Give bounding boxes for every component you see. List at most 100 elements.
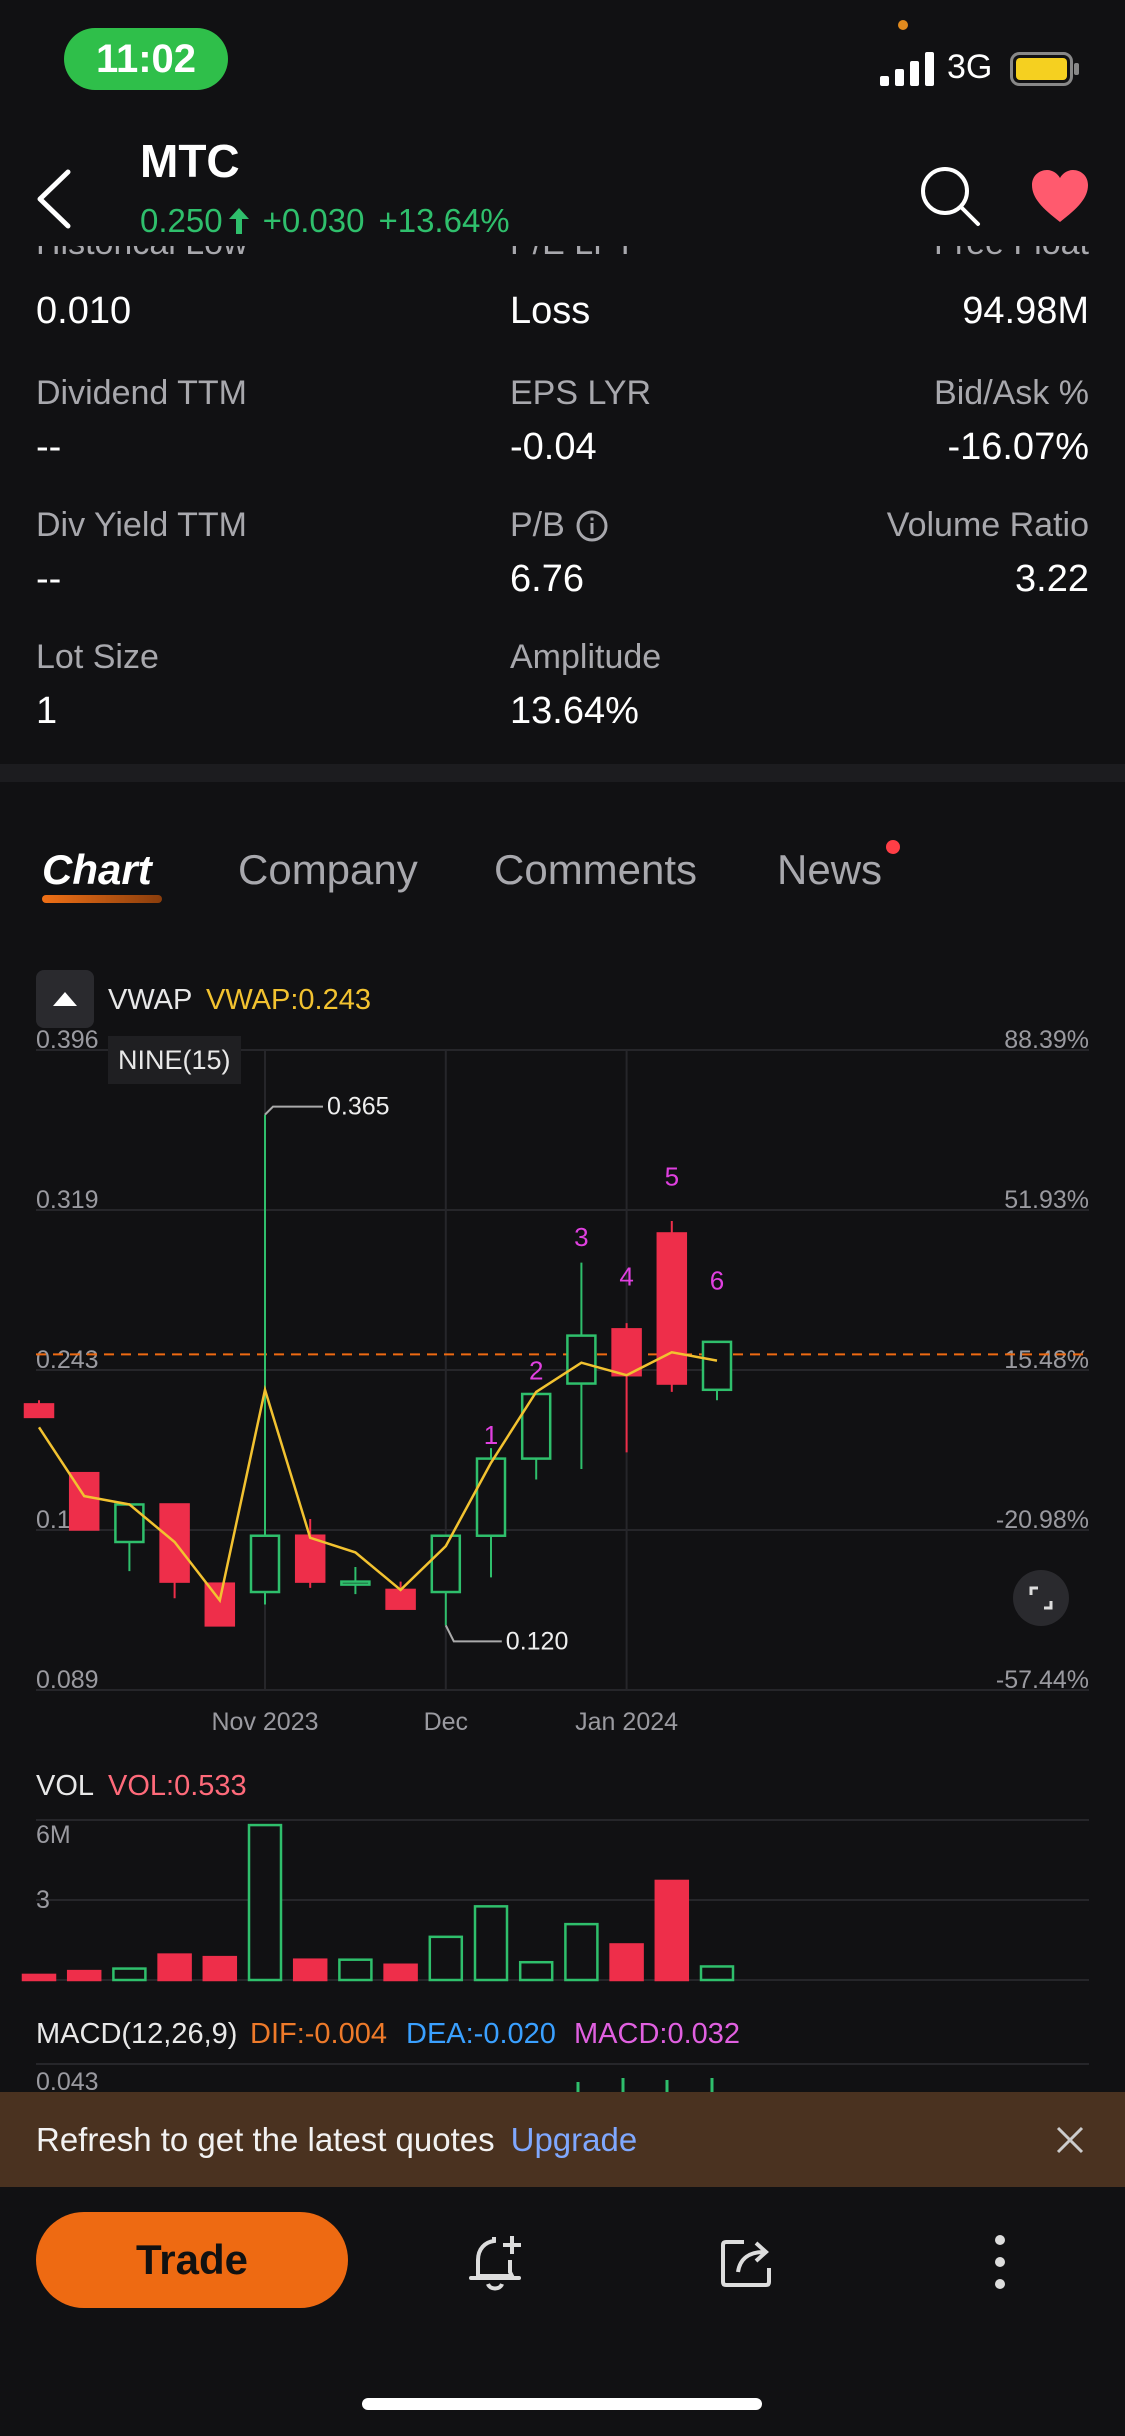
more-vertical-icon[interactable]	[988, 2230, 1012, 2294]
price-change: +0.030	[262, 202, 365, 239]
banner-text: Refresh to get the latest quotes	[36, 2120, 495, 2158]
stat-label-lot-size: Lot Size	[36, 638, 159, 676]
volume-bar	[247, 1823, 283, 1982]
volume-bar	[383, 1963, 418, 1982]
tab-news[interactable]: News	[777, 846, 882, 894]
stat-value-free-float: 94.98M	[962, 290, 1089, 332]
y-pct-label: 88.39%	[1004, 1026, 1089, 1054]
home-indicator	[362, 2398, 762, 2410]
volume-bar	[428, 1935, 464, 1982]
stat-value-lot-size: 1	[36, 690, 58, 732]
arrow-up-icon	[228, 208, 249, 234]
quote-line: 0.250 +0.030 +13.64%	[140, 202, 510, 240]
triangle-up-icon	[53, 992, 77, 1006]
macd-chart	[36, 2063, 1089, 2092]
candle-body	[249, 1534, 281, 1594]
volume-bar	[564, 1922, 599, 1982]
stat-label-bid-ask: Bid/Ask %	[934, 374, 1089, 412]
low-annotation: 0.120	[506, 1627, 569, 1655]
indicator-name[interactable]: VWAP	[108, 984, 192, 1017]
stat-label-historical-low: Historical Low	[36, 246, 248, 263]
candle-body	[475, 1457, 507, 1537]
back-chevron-icon[interactable]	[30, 164, 80, 234]
stat-value-pe-lfy: Loss	[510, 290, 591, 332]
volume-bar	[699, 1965, 735, 1982]
ticker-symbol: MTC	[140, 135, 240, 187]
stat-value-historical-low: 0.010	[36, 290, 132, 332]
volume-value: VOL:0.533	[108, 1770, 247, 1802]
stat-label-dividend-ttm: Dividend TTM	[36, 374, 247, 412]
add-alert-bell-icon[interactable]	[466, 2230, 526, 2294]
battery-icon	[1010, 52, 1079, 86]
stat-value-div-yield-ttm: --	[36, 558, 62, 600]
stats-grid: Historical Low P/E LFY Free Float 0.010 …	[0, 246, 1125, 746]
candle-body	[566, 1334, 597, 1385]
volume-tick-label: 3	[36, 1886, 50, 1914]
stat-value-dividend-ttm: --	[36, 426, 62, 468]
stat-value-volume-ratio: 3.22	[1015, 558, 1089, 600]
volume-bar	[157, 1953, 192, 1982]
candle-body	[204, 1582, 236, 1627]
y-pct-label: 51.93%	[1004, 1186, 1089, 1214]
volume-chart: 6M 3	[21, 1819, 1089, 1982]
close-icon[interactable]	[1054, 2124, 1086, 2156]
volume-bar	[112, 1967, 147, 1982]
volume-bar	[202, 1955, 238, 1982]
status-time: 11:02	[64, 28, 228, 90]
nine-count-label: 3	[574, 1222, 588, 1252]
stat-value-eps-lyr: -0.04	[510, 426, 597, 468]
cell-signal-icon	[880, 52, 934, 86]
stat-label-eps-lyr: EPS LYR	[510, 374, 652, 412]
share-icon[interactable]	[718, 2232, 778, 2292]
upgrade-banner: Refresh to get the latest quotes Upgrade	[0, 2092, 1125, 2187]
volume-bar	[338, 1958, 373, 1982]
macd-value: MACD:0.032	[574, 2018, 741, 2050]
nine-indicator-label: NINE(15)	[108, 1036, 241, 1084]
candle-body	[114, 1503, 145, 1544]
vwap-line	[37, 1350, 718, 1604]
upgrade-link[interactable]: Upgrade	[511, 2121, 638, 2159]
candlestick-chart[interactable]: 0.396 88.39%0.319 51.93%0.243 15.48%0.166 -2…	[0, 1020, 1125, 1740]
y-pct-label: -57.44%	[996, 1666, 1089, 1694]
favorite-heart-icon[interactable]	[1030, 168, 1090, 224]
nine-count-label: 5	[665, 1162, 679, 1192]
vwap-value: VWAP:0.243	[206, 984, 371, 1016]
price-change-pct: +13.64%	[378, 202, 510, 239]
stat-value-pb: 6.76	[510, 558, 584, 600]
candle-body	[656, 1232, 688, 1385]
stat-label-volume-ratio: Volume Ratio	[886, 506, 1089, 544]
section-divider	[0, 764, 1125, 782]
nine-count-label: 1	[484, 1420, 498, 1450]
volume-bar	[21, 1973, 57, 1982]
y-pct-label: 15.48%	[1004, 1346, 1089, 1374]
stat-label-pb-wrap: P/B	[510, 506, 609, 545]
privacy-indicator	[898, 20, 908, 30]
volume-label: VOL	[36, 1770, 95, 1802]
macd-dif: DIF:-0.004	[250, 2018, 387, 2050]
high-annotation: 0.365	[327, 1093, 390, 1121]
stat-label-pe-lfy: P/E LFY	[510, 246, 637, 263]
tab-comments[interactable]: Comments	[494, 846, 697, 894]
candle-body	[385, 1588, 416, 1610]
trade-button[interactable]: Trade	[36, 2212, 348, 2308]
volume-bar	[518, 1960, 554, 1982]
search-icon[interactable]	[918, 164, 982, 228]
x-tick-label: Dec	[424, 1708, 468, 1736]
stat-label-amplitude: Amplitude	[510, 638, 662, 676]
tab-company[interactable]: Company	[238, 846, 418, 894]
nine-count-label: 4	[619, 1262, 633, 1292]
candle-body	[23, 1403, 55, 1419]
expand-icon	[1029, 1586, 1053, 1610]
nine-count-label: 6	[710, 1266, 724, 1296]
stat-value-bid-ask: -16.07%	[947, 426, 1089, 468]
stat-label-pb: P/B	[510, 506, 565, 544]
info-icon[interactable]	[575, 509, 609, 543]
tab-chart[interactable]: Chart	[42, 846, 152, 894]
news-unread-dot	[886, 840, 900, 854]
volume-bar	[473, 1905, 509, 1982]
candle-body	[611, 1328, 642, 1377]
volume-bar	[609, 1943, 644, 1982]
fullscreen-button[interactable]	[1013, 1570, 1069, 1626]
x-tick-label: Jan 2024	[575, 1708, 678, 1736]
y-tick-label: 0.243	[36, 1346, 99, 1374]
